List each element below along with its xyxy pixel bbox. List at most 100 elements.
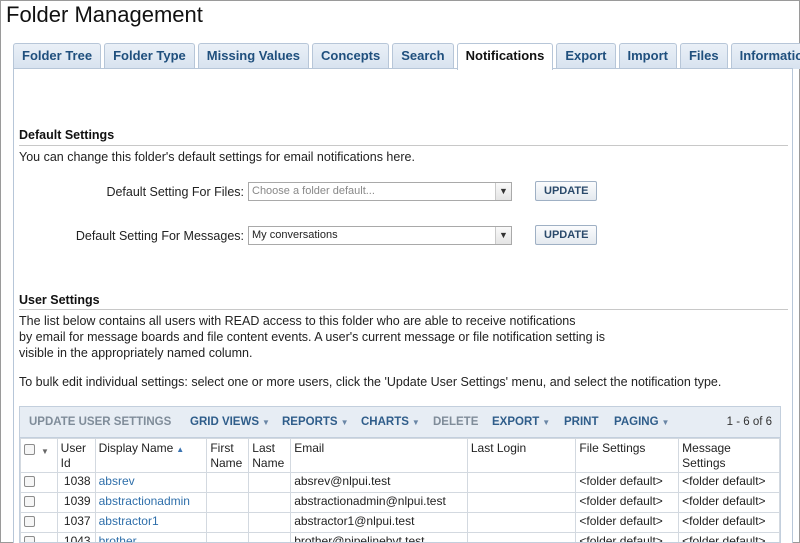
user-settings-grid: UPDATE USER SETTINGS GRID VIEWS ▼ REPORTS… bbox=[19, 406, 781, 543]
user-settings-line-2: by email for message boards and file con… bbox=[19, 330, 606, 344]
display-name-cell: abstractionadmin bbox=[94, 492, 208, 513]
col-display-name[interactable]: Display Name ▲ bbox=[94, 438, 208, 473]
row-checkbox[interactable] bbox=[24, 536, 35, 542]
col-message-settings[interactable]: Message Settings bbox=[678, 438, 780, 473]
print-button[interactable]: PRINT bbox=[564, 416, 599, 428]
messages-setting-value: My conversations bbox=[252, 229, 338, 241]
col-last-login[interactable]: Last Login bbox=[466, 438, 577, 473]
col-user-id[interactable]: User Id bbox=[56, 438, 96, 473]
caret-down-icon: ▼ bbox=[340, 418, 349, 427]
divider bbox=[19, 145, 788, 146]
display-name-link[interactable]: brother bbox=[99, 534, 137, 542]
grid-views-menu[interactable]: GRID VIEWS ▼ bbox=[190, 416, 270, 428]
sort-ascending-icon: ▲ bbox=[176, 445, 185, 454]
files-setting-select[interactable]: Choose a folder default... ▼ bbox=[248, 182, 512, 201]
file-settings-cell: <folder default> bbox=[575, 472, 680, 493]
display-name-cell: brother bbox=[94, 532, 208, 542]
tab-missing-values[interactable]: Missing Values bbox=[197, 43, 309, 69]
user-id-cell: 1039 bbox=[56, 492, 96, 513]
file-settings-cell: <folder default> bbox=[575, 512, 680, 533]
display-name-link[interactable]: absrev bbox=[99, 474, 135, 488]
last-login-cell bbox=[466, 472, 577, 493]
user-settings-line-1: The list below contains all users with R… bbox=[19, 314, 576, 328]
divider bbox=[19, 309, 788, 310]
update-user-settings-button[interactable]: UPDATE USER SETTINGS bbox=[29, 416, 171, 428]
update-files-button[interactable]: UPDATE bbox=[535, 181, 598, 201]
update-messages-button[interactable]: UPDATE bbox=[535, 225, 598, 245]
row-select-cell[interactable] bbox=[20, 512, 58, 533]
last-name-cell bbox=[248, 492, 292, 513]
chevron-down-icon: ▼ bbox=[495, 183, 511, 200]
col-email[interactable]: Email bbox=[290, 438, 468, 473]
table-row: 1037 abstractor1 abstractor1@nlpui.test … bbox=[20, 512, 780, 533]
user-settings-heading: User Settings bbox=[19, 293, 100, 307]
display-name-link[interactable]: abstractionadmin bbox=[99, 494, 190, 508]
tab-concepts[interactable]: Concepts bbox=[312, 43, 390, 69]
last-name-cell bbox=[248, 472, 292, 493]
user-settings-line-3: visible in the appropriately named colum… bbox=[19, 346, 253, 360]
tab-notifications[interactable]: Notifications bbox=[456, 43, 554, 70]
tab-folder-tree[interactable]: Folder Tree bbox=[13, 43, 102, 69]
messages-setting-label: Default Setting For Messages: bbox=[75, 229, 244, 243]
row-checkbox[interactable] bbox=[24, 516, 35, 527]
select-all-header[interactable]: ▼ bbox=[20, 438, 58, 473]
select-all-checkbox[interactable] bbox=[24, 444, 35, 455]
row-count: 1 - 6 of 6 bbox=[726, 416, 772, 428]
row-select-cell[interactable] bbox=[20, 492, 58, 513]
tab-information[interactable]: Information bbox=[730, 43, 800, 69]
user-id-cell: 1037 bbox=[56, 512, 96, 533]
email-cell: abstractionadmin@nlpui.test bbox=[290, 492, 468, 513]
tab-files[interactable]: Files bbox=[679, 43, 728, 69]
bulk-edit-hint: To bulk edit individual settings: select… bbox=[19, 375, 722, 389]
first-name-cell bbox=[206, 472, 250, 493]
tab-search[interactable]: Search bbox=[392, 43, 454, 69]
export-menu[interactable]: EXPORT ▼ bbox=[492, 416, 550, 428]
grid-toolbar: UPDATE USER SETTINGS GRID VIEWS ▼ REPORTS… bbox=[20, 407, 780, 438]
user-id-cell: 1043 bbox=[56, 532, 96, 542]
paging-menu[interactable]: PAGING ▼ bbox=[614, 416, 669, 428]
default-settings-description: You can change this folder's default set… bbox=[19, 150, 415, 164]
caret-down-icon: ▼ bbox=[262, 418, 270, 427]
caret-down-icon: ▼ bbox=[542, 418, 551, 427]
first-name-cell bbox=[206, 492, 250, 513]
last-login-cell bbox=[466, 512, 577, 533]
tab-export[interactable]: Export bbox=[556, 43, 616, 69]
caret-down-icon: ▼ bbox=[411, 418, 420, 427]
users-table: ▼ User Id Display Name ▲ First Name Last … bbox=[20, 438, 780, 542]
display-name-cell: abstractor1 bbox=[94, 512, 208, 533]
col-last-name[interactable]: Last Name bbox=[248, 438, 292, 473]
file-settings-cell: <folder default> bbox=[575, 492, 680, 513]
last-login-cell bbox=[466, 532, 577, 542]
row-select-cell[interactable] bbox=[20, 532, 58, 542]
file-settings-cell: <folder default> bbox=[575, 532, 680, 542]
tab-bar: Folder Tree Folder Type Missing Values C… bbox=[13, 43, 800, 70]
table-header-row: ▼ User Id Display Name ▲ First Name Last … bbox=[20, 438, 780, 473]
message-settings-cell: <folder default> bbox=[678, 512, 780, 533]
files-setting-label: Default Setting For Files: bbox=[106, 185, 244, 199]
files-setting-placeholder: Choose a folder default... bbox=[252, 185, 375, 197]
user-id-cell: 1038 bbox=[56, 472, 96, 493]
table-row: 1038 absrev absrev@nlpui.test <folder de… bbox=[20, 472, 780, 493]
messages-setting-select[interactable]: My conversations ▼ bbox=[248, 226, 512, 245]
row-checkbox[interactable] bbox=[24, 476, 35, 487]
last-login-cell bbox=[466, 492, 577, 513]
reports-menu[interactable]: REPORTS ▼ bbox=[282, 416, 349, 428]
default-settings-heading: Default Settings bbox=[19, 128, 115, 142]
row-select-cell[interactable] bbox=[20, 472, 58, 493]
table-row: 1039 abstractionadmin abstractionadmin@n… bbox=[20, 492, 780, 513]
email-cell: absrev@nlpui.test bbox=[290, 472, 468, 493]
col-file-settings[interactable]: File Settings bbox=[575, 438, 680, 473]
caret-down-icon[interactable]: ▼ bbox=[41, 447, 49, 456]
display-name-link[interactable]: abstractor1 bbox=[99, 514, 159, 528]
charts-menu[interactable]: CHARTS ▼ bbox=[361, 416, 420, 428]
last-name-cell bbox=[248, 512, 292, 533]
delete-button[interactable]: DELETE bbox=[433, 416, 478, 428]
table-row: 1043 brother brother@pipelinebvt.test <f… bbox=[20, 532, 780, 542]
page-title: Folder Management bbox=[6, 2, 203, 27]
caret-down-icon: ▼ bbox=[661, 418, 670, 427]
email-cell: brother@pipelinebvt.test bbox=[290, 532, 468, 542]
tab-import[interactable]: Import bbox=[618, 43, 677, 69]
tab-folder-type[interactable]: Folder Type bbox=[104, 43, 195, 69]
row-checkbox[interactable] bbox=[24, 496, 35, 507]
col-first-name[interactable]: First Name bbox=[206, 438, 250, 473]
